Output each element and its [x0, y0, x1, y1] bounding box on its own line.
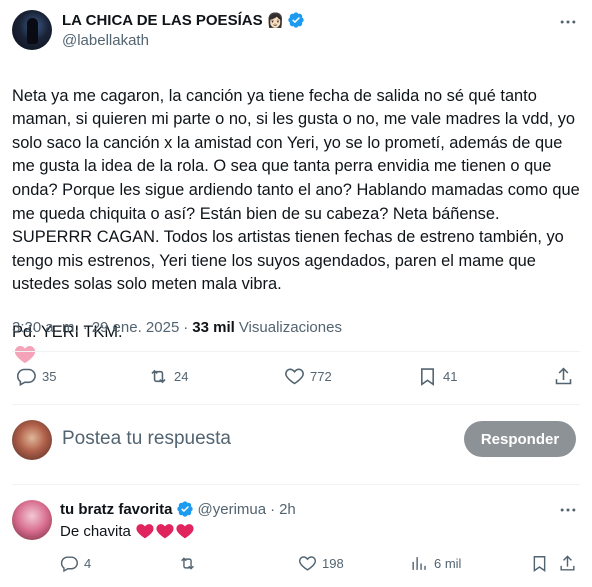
meta-separator: · [82, 319, 88, 336]
tweet-date[interactable]: 29 ene. 2025 [92, 319, 180, 336]
repost-button[interactable]: 24 [148, 366, 188, 387]
reply-views-count: 6 mil [434, 556, 462, 571]
author-avatar[interactable] [12, 10, 52, 50]
more-options-icon[interactable] [558, 500, 578, 520]
bookmark-button[interactable]: 41 [417, 366, 457, 387]
repost-icon [181, 557, 194, 570]
heart-icon [285, 368, 304, 385]
more-options-icon[interactable] [558, 12, 578, 32]
heart-with-arrow-icon [176, 524, 194, 539]
reply-dot: · [270, 500, 276, 518]
reply-text: De chavita [60, 522, 195, 540]
repost-icon [151, 369, 166, 384]
reply-composer: Postea tu respuesta Responder [12, 418, 580, 462]
divider [12, 484, 580, 485]
heart-with-arrow-icon [156, 524, 174, 539]
reply-author-handle[interactable]: @yerimua [198, 501, 267, 518]
bookmark-icon [533, 556, 546, 573]
reply-actions: 4 198 6 mil [60, 554, 580, 576]
user-avatar[interactable] [12, 420, 52, 460]
reply-button[interactable]: 35 [16, 366, 56, 387]
share-button[interactable] [553, 366, 574, 387]
tweet-meta: 3:20 a. m. · 29 ene. 2025 · 33 mil Visua… [12, 319, 342, 336]
divider [12, 404, 580, 405]
author-name-row: LA CHICA DE LAS POESÍAS 👩🏻 [62, 10, 305, 30]
reply-author-row: tu bratz favorita @yerimua · 2h [60, 500, 296, 518]
meta-separator: · [183, 319, 189, 336]
reply-author-avatar[interactable] [12, 500, 52, 540]
reply-share-button[interactable] [558, 554, 577, 573]
reply-icon [16, 368, 36, 387]
author-emoji: 👩🏻 [266, 11, 285, 28]
divider [12, 351, 580, 352]
reply-input[interactable]: Postea tu respuesta [62, 428, 231, 450]
repost-count: 24 [174, 369, 189, 384]
reply-tweet[interactable]: tu bratz favorita @yerimua · 2h De chavi… [12, 498, 580, 584]
author-name[interactable]: LA CHICA DE LAS POESÍAS [62, 12, 263, 29]
like-count: 772 [310, 369, 332, 384]
reply-bookmark-button[interactable] [530, 554, 549, 573]
heart-with-arrow-icon [136, 524, 154, 539]
reply-author-name[interactable]: tu bratz favorita [60, 501, 173, 518]
views-count: 33 mil [192, 319, 235, 336]
reply-icon [60, 556, 78, 573]
author-handle[interactable]: @labellakath [62, 32, 149, 49]
reply-reply-button[interactable]: 4 [60, 554, 91, 573]
bookmark-count: 41 [443, 369, 458, 384]
reply-repost-button[interactable] [178, 554, 197, 573]
tweet-actions: 35 24 772 41 [12, 366, 580, 394]
tweet-header: LA CHICA DE LAS POESÍAS 👩🏻 @labellakath [12, 8, 580, 52]
heart-icon [299, 556, 316, 571]
reply-like-button[interactable]: 198 [298, 554, 344, 573]
reply-like-count: 198 [322, 556, 344, 571]
tweet-body: Neta ya me cagaron, la canción ya tiene … [12, 86, 580, 294]
reply-reply-count: 4 [84, 556, 92, 571]
like-button[interactable]: 772 [284, 366, 332, 387]
bookmark-icon [421, 368, 434, 386]
views-label: Visualizaciones [238, 319, 342, 336]
tweet-time[interactable]: 3:20 a. m. [12, 319, 79, 336]
reply-hearts [135, 522, 195, 540]
share-icon [555, 367, 572, 385]
reply-submit-button[interactable]: Responder [464, 421, 576, 457]
share-icon [560, 555, 575, 571]
reply-body: De chavita [60, 522, 131, 540]
pink-heart-icon [14, 346, 36, 364]
reply-count: 35 [42, 369, 57, 384]
reply-time[interactable]: 2h [279, 501, 296, 518]
verified-badge-icon [176, 501, 193, 517]
reply-views-button[interactable]: 6 mil [410, 554, 461, 573]
analytics-icon [412, 557, 426, 570]
verified-badge-icon [288, 12, 304, 28]
